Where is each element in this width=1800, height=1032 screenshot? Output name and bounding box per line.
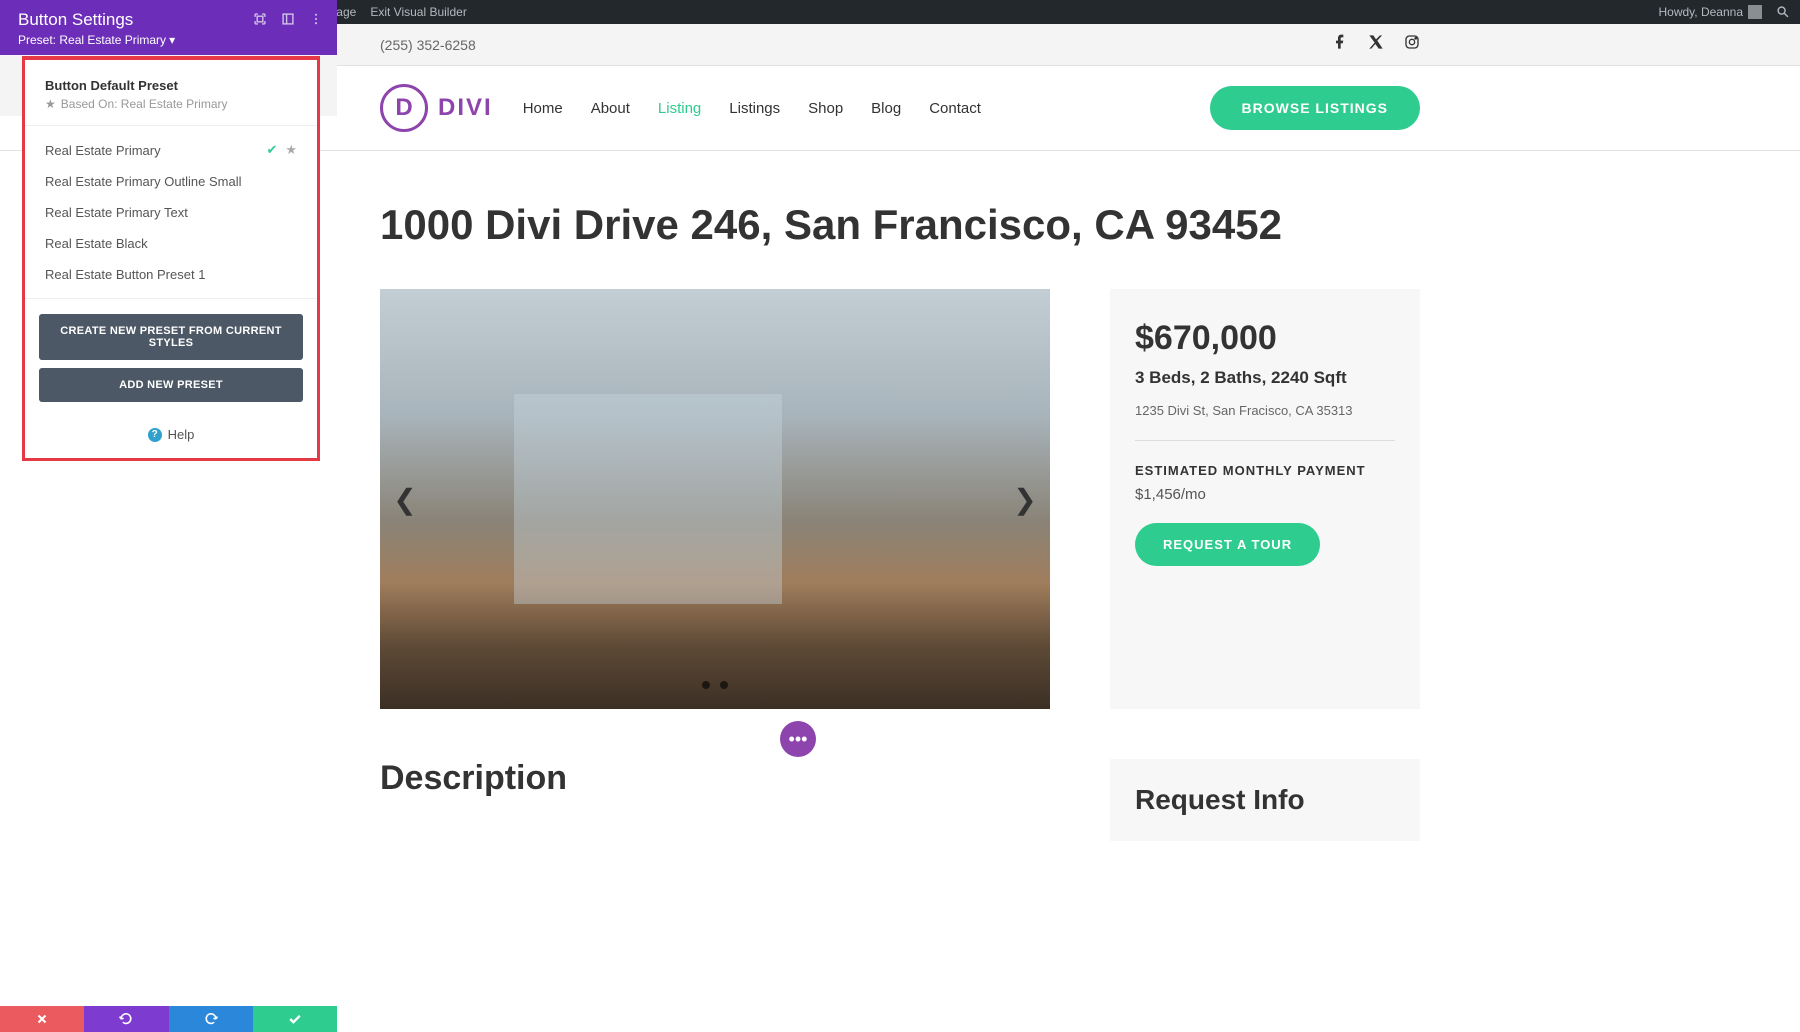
nav-contact[interactable]: Contact: [929, 100, 981, 117]
check-icon: ✔: [266, 142, 277, 158]
gallery-dot[interactable]: [720, 681, 728, 689]
preset-item[interactable]: Real Estate Primary Text: [25, 197, 317, 228]
save-button[interactable]: [253, 1006, 337, 1032]
gallery-dot[interactable]: [702, 681, 710, 689]
description-heading: Description: [380, 759, 1050, 841]
request-info-heading: Request Info: [1135, 784, 1395, 816]
default-preset-title[interactable]: Button Default Preset: [45, 78, 297, 93]
undo-button[interactable]: [84, 1006, 168, 1032]
search-icon[interactable]: [1776, 5, 1790, 19]
listing-address: 1235 Divi St, San Fracisco, CA 35313: [1135, 403, 1395, 441]
preset-item[interactable]: Real Estate Button Preset 1: [25, 259, 317, 290]
browse-listings-button[interactable]: BROWSE LISTINGS: [1210, 86, 1420, 130]
create-preset-button[interactable]: CREATE NEW PRESET FROM CURRENT STYLES: [39, 314, 303, 360]
gallery-dots: [702, 681, 728, 689]
preset-item[interactable]: Real Estate Black: [25, 228, 317, 259]
star-icon[interactable]: ★: [285, 142, 297, 158]
exit-builder-link[interactable]: Exit Visual Builder: [370, 5, 467, 19]
preset-selector[interactable]: Preset: Real Estate Primary ▾: [18, 33, 319, 47]
cancel-button[interactable]: [0, 1006, 84, 1032]
logo[interactable]: D DIVI: [380, 84, 493, 132]
help-icon: ?: [148, 428, 162, 442]
property-gallery: ❮ ❯: [380, 289, 1050, 709]
focus-icon[interactable]: [253, 12, 267, 26]
logo-icon: D: [380, 84, 428, 132]
listing-info-card: $670,000 3 Beds, 2 Baths, 2240 Sqft 1235…: [1110, 289, 1420, 709]
nav-home[interactable]: Home: [523, 100, 563, 117]
module-options-fab[interactable]: •••: [780, 721, 816, 757]
nav-shop[interactable]: Shop: [808, 100, 843, 117]
nav-links: Home About Listing Listings Shop Blog Co…: [523, 100, 1210, 117]
more-icon[interactable]: [309, 12, 323, 26]
gallery-prev-icon[interactable]: ❮: [390, 484, 420, 514]
listing-price: $670,000: [1135, 319, 1395, 358]
request-info-card: Request Info: [1110, 759, 1420, 841]
avatar: [1748, 5, 1762, 19]
listing-stats: 3 Beds, 2 Baths, 2240 Sqft: [1135, 368, 1395, 388]
est-payment-value: $1,456/mo: [1135, 486, 1395, 503]
panel-action-bar: [0, 1006, 337, 1032]
star-icon: ★: [45, 97, 56, 111]
nav-about[interactable]: About: [591, 100, 630, 117]
chevron-down-icon: ▾: [169, 33, 175, 47]
request-tour-button[interactable]: REQUEST A TOUR: [1135, 523, 1320, 566]
nav-blog[interactable]: Blog: [871, 100, 901, 117]
nav-listing[interactable]: Listing: [658, 100, 701, 117]
add-preset-button[interactable]: ADD NEW PRESET: [39, 368, 303, 402]
facebook-icon[interactable]: [1332, 34, 1348, 55]
phone-number: (255) 352-6258: [380, 37, 476, 53]
button-settings-panel: Button Settings Preset: Real Estate Prim…: [0, 0, 337, 55]
est-payment-label: ESTIMATED MONTHLY PAYMENT: [1135, 463, 1395, 478]
nav-listings[interactable]: Listings: [729, 100, 780, 117]
preset-item[interactable]: Real Estate Primary✔★: [25, 134, 317, 166]
preset-dropdown: Button Default Preset ★Based On: Real Es…: [22, 56, 320, 461]
user-greeting[interactable]: Howdy, Deanna: [1659, 5, 1763, 19]
based-on-label: ★Based On: Real Estate Primary: [45, 97, 297, 111]
preset-item[interactable]: Real Estate Primary Outline Small: [25, 166, 317, 197]
gallery-next-icon[interactable]: ❯: [1010, 484, 1040, 514]
instagram-icon[interactable]: [1404, 34, 1420, 55]
page-title: 1000 Divi Drive 246, San Francisco, CA 9…: [380, 201, 1420, 249]
dock-icon[interactable]: [281, 12, 295, 26]
redo-button[interactable]: [169, 1006, 253, 1032]
x-twitter-icon[interactable]: [1368, 34, 1384, 55]
panel-header: Button Settings Preset: Real Estate Prim…: [0, 0, 337, 55]
help-link[interactable]: ?Help: [25, 417, 317, 458]
